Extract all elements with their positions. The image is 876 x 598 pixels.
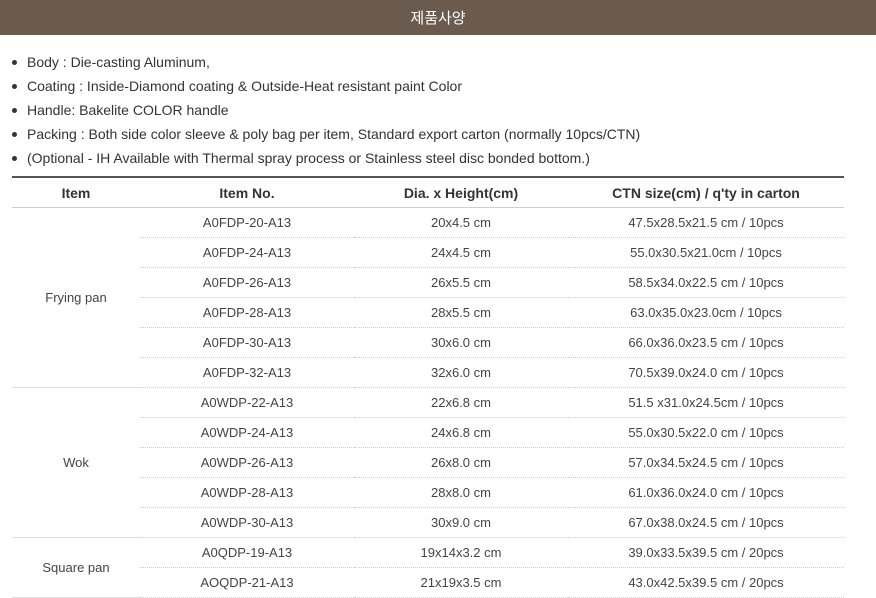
- carton-size: 67.0x38.0x24.5 cm / 10pcs: [568, 507, 844, 538]
- carton-size: 63.0x35.0x23.0cm / 10pcs: [568, 297, 844, 328]
- table-header-row: Item Item No. Dia. x Height(cm) CTN size…: [12, 176, 844, 208]
- item-dimensions: 19x14x3.2 cm: [354, 537, 568, 568]
- item-dimensions: 30x6.0 cm: [354, 327, 568, 358]
- item-number: A0FDP-28-A13: [140, 297, 354, 328]
- spec-table: Item Item No. Dia. x Height(cm) CTN size…: [12, 176, 844, 598]
- item-number: A0QDP-19-A13: [140, 537, 354, 568]
- bullet-icon: [12, 83, 17, 89]
- spec-list: Body : Die-casting Aluminum, Coating : I…: [0, 50, 876, 170]
- item-dimensions: 28x8.0 cm: [354, 477, 568, 508]
- item-number: AOQDP-21-A13: [140, 567, 354, 598]
- spec-item: Packing : Both side color sleeve & poly …: [12, 122, 876, 146]
- bullet-icon: [12, 155, 17, 161]
- bullet-icon: [12, 59, 17, 65]
- carton-size: 51.5 x31.0x24.5cm / 10pcs: [568, 387, 844, 418]
- carton-size: 47.5x28.5x21.5 cm / 10pcs: [568, 207, 844, 238]
- bullet-icon: [12, 131, 17, 137]
- item-number: A0FDP-32-A13: [140, 357, 354, 388]
- item-number: A0WDP-30-A13: [140, 507, 354, 538]
- column-header-item: Item: [12, 176, 140, 208]
- table-body: Frying pan A0FDP-20-A13 20x4.5 cm 47.5x28.5…: [12, 207, 844, 598]
- spec-item: Coating : Inside-Diamond coating & Outsi…: [12, 74, 876, 98]
- section-title: 제품사양: [410, 9, 466, 27]
- item-dimensions: 26x5.5 cm: [354, 267, 568, 298]
- bullet-icon: [12, 107, 17, 113]
- item-dimensions: 30x9.0 cm: [354, 507, 568, 538]
- carton-size: 57.0x34.5x24.5 cm / 10pcs: [568, 447, 844, 478]
- column-header-carton: CTN size(cm) / q'ty in carton: [568, 176, 844, 208]
- carton-size: 70.5x39.0x24.0 cm / 10pcs: [568, 357, 844, 388]
- item-dimensions: 21x19x3.5 cm: [354, 567, 568, 598]
- item-dimensions: 24x4.5 cm: [354, 237, 568, 268]
- spec-item: (Optional - IH Available with Thermal sp…: [12, 146, 876, 170]
- item-number: A0WDP-22-A13: [140, 387, 354, 418]
- item-number: A0WDP-26-A13: [140, 447, 354, 478]
- carton-size: 66.0x36.0x23.5 cm / 10pcs: [568, 327, 844, 358]
- table-row: Frying pan A0FDP-20-A13 20x4.5 cm 47.5x28.5…: [12, 207, 844, 388]
- item-category: Wok: [12, 387, 140, 538]
- item-dimensions: 32x6.0 cm: [354, 357, 568, 388]
- item-number: A0FDP-30-A13: [140, 327, 354, 358]
- item-number: A0FDP-24-A13: [140, 237, 354, 268]
- item-dimensions: 24x6.8 cm: [354, 417, 568, 448]
- item-dimensions: 26x8.0 cm: [354, 447, 568, 478]
- spec-item: Handle: Bakelite COLOR handle: [12, 98, 876, 122]
- item-number: A0FDP-20-A13: [140, 207, 354, 238]
- item-dimensions: 22x6.8 cm: [354, 387, 568, 418]
- item-category: Frying pan: [12, 207, 140, 388]
- column-header-item-no: Item No.: [140, 176, 354, 208]
- spec-item: Body : Die-casting Aluminum,: [12, 50, 876, 74]
- item-dimensions: 20x4.5 cm: [354, 207, 568, 238]
- carton-size: 55.0x30.5x21.0cm / 10pcs: [568, 237, 844, 268]
- item-number: A0WDP-24-A13: [140, 417, 354, 448]
- item-number: A0WDP-28-A13: [140, 477, 354, 508]
- carton-size: 55.0x30.5x22.0 cm / 10pcs: [568, 417, 844, 448]
- section-header: 제품사양: [0, 0, 876, 35]
- item-category: Square pan: [12, 537, 140, 598]
- item-number: A0FDP-26-A13: [140, 267, 354, 298]
- carton-size: 58.5x34.0x22.5 cm / 10pcs: [568, 267, 844, 298]
- carton-size: 39.0x33.5x39.5 cm / 20pcs: [568, 537, 844, 568]
- table-row: Square pan A0QDP-19-A13 19x14x3.2 cm 39.0x3…: [12, 537, 844, 598]
- carton-size: 43.0x42.5x39.5 cm / 20pcs: [568, 567, 844, 598]
- item-dimensions: 28x5.5 cm: [354, 297, 568, 328]
- table-row: Wok A0WDP-22-A13 22x6.8 cm 51.5 x31.0x24.5c…: [12, 387, 844, 538]
- column-header-dimensions: Dia. x Height(cm): [354, 176, 568, 208]
- carton-size: 61.0x36.0x24.0 cm / 10pcs: [568, 477, 844, 508]
